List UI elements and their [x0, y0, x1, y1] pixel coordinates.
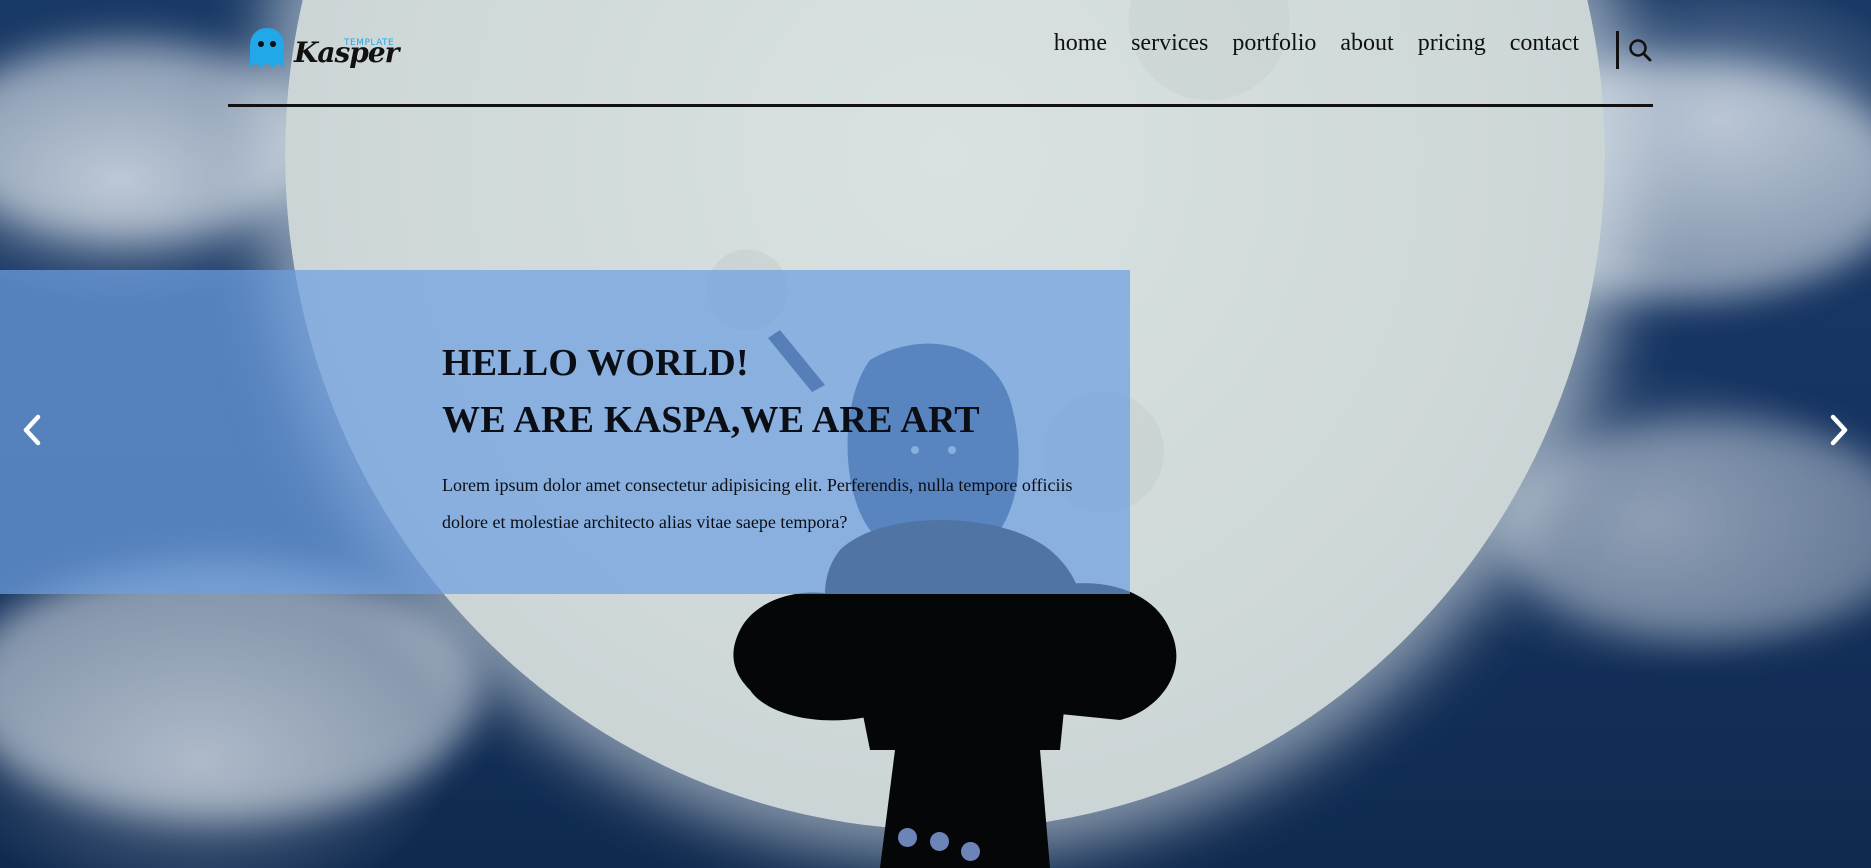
nav-services[interactable]: services	[1131, 30, 1208, 57]
hero-banner: HELLO WORLD! WE ARE KASPA,WE ARE ART Lor…	[0, 270, 1130, 594]
chevron-right-icon	[1830, 414, 1848, 446]
main-navigation: home services portfolio about pricing co…	[1054, 30, 1579, 57]
slider-dot-1[interactable]	[898, 828, 917, 847]
hero-title-line1: HELLO WORLD!	[442, 342, 749, 384]
nav-contact[interactable]: contact	[1510, 30, 1579, 57]
hero-description: Lorem ipsum dolor amet consectetur adipi…	[442, 475, 1073, 532]
hero-content: HELLO WORLD! WE ARE KASPA,WE ARE ART Lor…	[442, 335, 1102, 541]
nav-portfolio[interactable]: portfolio	[1232, 30, 1316, 57]
slider-dot-2[interactable]	[930, 832, 949, 851]
ghost-icon	[250, 28, 284, 68]
hero-title-line2: WE ARE KASPA,WE ARE ART	[442, 399, 980, 441]
site-header: TEMPLATE Kasper home services portfolio …	[228, 0, 1653, 107]
hero-section: TEMPLATE Kasper home services portfolio …	[0, 0, 1871, 868]
nav-divider	[1616, 31, 1619, 69]
slider-pagination	[898, 828, 998, 861]
chevron-left-icon	[23, 414, 41, 446]
nav-about[interactable]: about	[1340, 30, 1393, 57]
hero-title: HELLO WORLD! WE ARE KASPA,WE ARE ART	[442, 335, 1102, 449]
slider-prev-button[interactable]	[14, 410, 50, 450]
site-logo[interactable]: TEMPLATE Kasper	[248, 24, 408, 76]
nav-pricing[interactable]: pricing	[1418, 30, 1486, 57]
nav-home[interactable]: home	[1054, 30, 1107, 57]
logo-wordmark: Kasper	[294, 36, 399, 69]
slider-dot-3[interactable]	[961, 842, 980, 861]
search-icon[interactable]	[1627, 37, 1653, 63]
slider-next-button[interactable]	[1821, 410, 1857, 450]
